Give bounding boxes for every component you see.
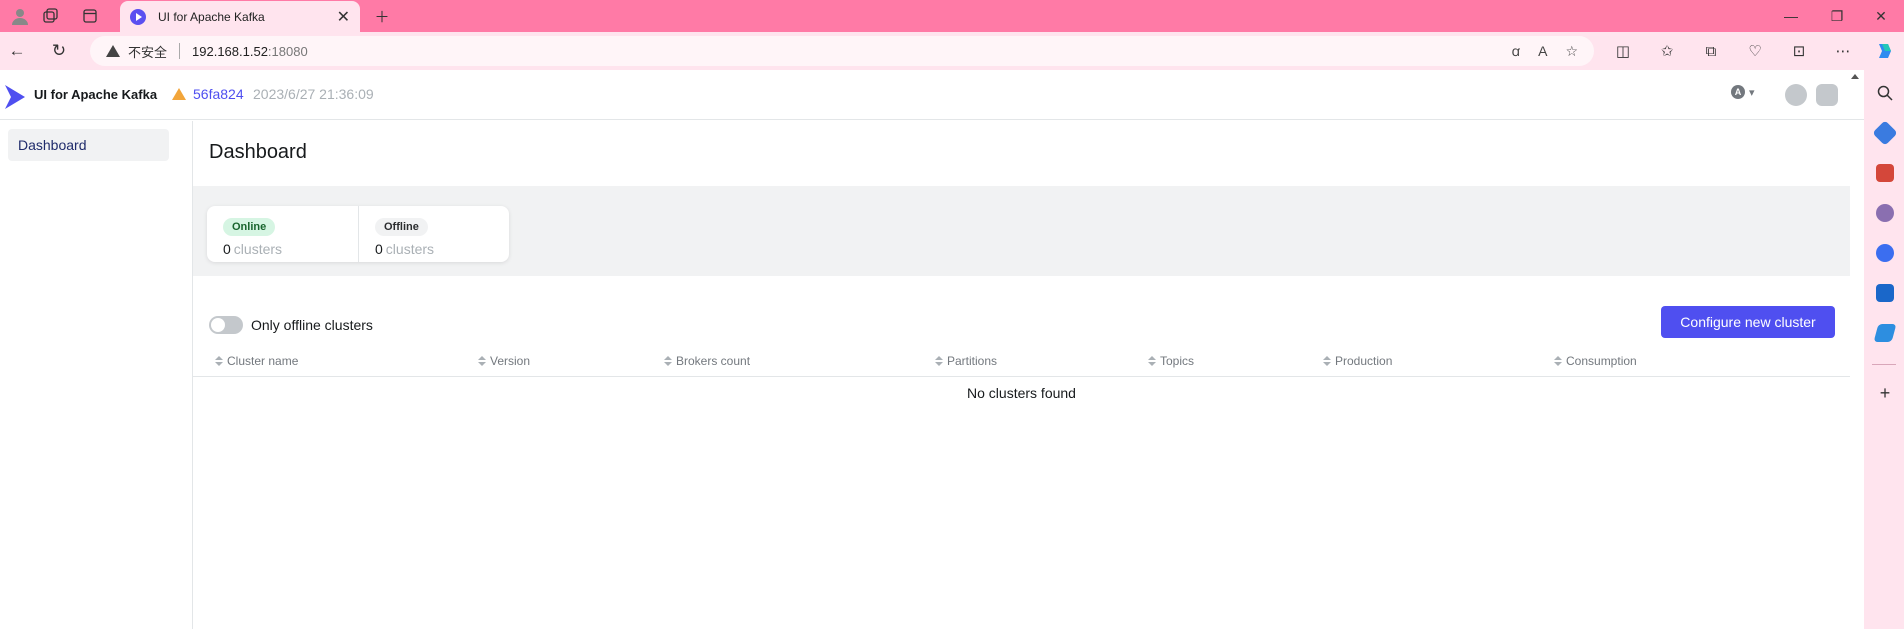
stat-offline-unit: clusters	[385, 241, 435, 257]
new-tab-icon[interactable]: ＋	[362, 0, 402, 32]
browser-tabbar: UI for Apache Kafka ✕ ＋ — ❐ ✕	[0, 0, 1904, 32]
split-screen-icon[interactable]: ◫	[1608, 36, 1638, 66]
tab-title: UI for Apache Kafka	[158, 9, 265, 24]
stat-online-value-row: 0 clusters	[223, 241, 358, 257]
app-header: UI for Apache Kafka 56fa824 2023/6/27 21…	[0, 70, 1864, 120]
address-bar-actions: ꭤ A ☆	[1511, 36, 1578, 66]
offline-only-label: Only offline clusters	[251, 317, 373, 333]
discord-icon[interactable]	[1816, 84, 1838, 106]
offline-only-toggle[interactable]	[209, 316, 243, 334]
sort-icon	[664, 355, 672, 367]
scroll-up-arrow-icon[interactable]	[1851, 74, 1859, 79]
column-label: Production	[1335, 354, 1393, 368]
column-label: Topics	[1160, 354, 1195, 368]
url-host: 192.168.1.52	[192, 43, 268, 59]
favorite-star-icon[interactable]: ☆	[1565, 43, 1578, 60]
read-aloud-icon[interactable]: A	[1538, 43, 1547, 59]
status-badge-online: Online	[223, 218, 276, 236]
sidebar-item-dashboard[interactable]: Dashboard	[8, 129, 169, 161]
configure-new-cluster-button[interactable]: Configure new cluster	[1661, 306, 1835, 338]
sort-icon	[478, 355, 486, 367]
close-window-icon[interactable]: ✕	[1858, 0, 1904, 32]
search-icon[interactable]	[1876, 84, 1894, 102]
column-header-topics[interactable]: Topics	[1148, 354, 1194, 368]
send-icon[interactable]	[1873, 324, 1897, 342]
user-avatar: A	[1731, 85, 1745, 99]
copilot-icon[interactable]	[1870, 36, 1900, 66]
column-label: Brokers count	[676, 354, 751, 368]
stat-offline-count: 0	[375, 241, 383, 257]
kafka-logo-icon[interactable]	[4, 84, 26, 110]
column-header-production[interactable]: Production	[1323, 354, 1392, 368]
toggle-knob	[211, 318, 225, 332]
column-label: Version	[490, 354, 531, 368]
url-port: :18080	[267, 43, 308, 59]
status-badge-offline: Offline	[375, 218, 428, 236]
shopping-tag-icon[interactable]	[1872, 120, 1898, 146]
github-icon[interactable]	[1785, 84, 1807, 106]
browser-navbar: ← ↻ 不安全 192.168.1.52:18080 ꭤ A ☆ ◫ ✩ ⧉ ♡…	[0, 32, 1904, 70]
browser-tab[interactable]: UI for Apache Kafka ✕	[120, 1, 360, 32]
column-header-brokers-count[interactable]: Brokers count	[664, 354, 750, 368]
sort-icon	[1323, 355, 1331, 367]
sort-icon	[1148, 355, 1156, 367]
cluster-stats-card: Online 0 clusters Offline 0 clusters	[207, 206, 509, 262]
sidebar-separator	[1872, 364, 1896, 365]
clusters-table-header: Cluster name Version Brokers count Parti…	[193, 345, 1850, 377]
stat-offline-value-row: 0 clusters	[375, 241, 509, 257]
restore-icon[interactable]: ❐	[1814, 0, 1860, 32]
browser-essentials-icon[interactable]: ♡	[1740, 36, 1770, 66]
column-label: Cluster name	[227, 354, 299, 368]
workspaces-icon[interactable]	[30, 0, 70, 32]
add-sidebar-icon[interactable]: +	[1876, 384, 1894, 402]
column-label: Consumption	[1566, 354, 1637, 368]
version-warning-icon	[172, 88, 186, 100]
sort-icon	[1554, 355, 1562, 367]
main-content: Dashboard Online 0 clusters Offline 0 clus…	[193, 121, 1850, 629]
column-header-consumption[interactable]: Consumption	[1554, 354, 1637, 368]
version-commit-link[interactable]: 56fa824	[193, 86, 244, 102]
column-header-cluster-name[interactable]: Cluster name	[215, 354, 298, 368]
favorites-icon[interactable]: ✩	[1652, 36, 1682, 66]
column-header-version[interactable]: Version	[478, 354, 530, 368]
app-sidebar: Dashboard	[0, 121, 193, 629]
web-page: UI for Apache Kafka 56fa824 2023/6/27 21…	[0, 70, 1864, 629]
column-label: Partitions	[947, 354, 998, 368]
version-date: 2023/6/27 21:36:09	[253, 86, 374, 102]
page-title: Dashboard	[209, 141, 307, 163]
address-bar[interactable]: 不安全 192.168.1.52:18080 ꭤ A ☆	[90, 36, 1594, 66]
outlook-icon[interactable]	[1876, 284, 1894, 302]
empty-table-message: No clusters found	[967, 385, 1076, 401]
microsoft-365-icon[interactable]	[1876, 244, 1894, 262]
translate-icon[interactable]: ꭤ	[1511, 42, 1520, 61]
edge-sidebar: +	[1864, 70, 1904, 629]
address-separator	[179, 43, 181, 59]
cluster-stats-band: Online 0 clusters Offline 0 clusters	[193, 186, 1850, 276]
not-secure-label: 不安全	[128, 44, 168, 60]
minimize-icon[interactable]: —	[1768, 0, 1814, 32]
sort-icon	[935, 355, 943, 367]
refresh-icon[interactable]: ↻	[44, 36, 74, 66]
stat-online: Online 0 clusters	[207, 206, 358, 262]
screenshot-icon[interactable]: ⊡	[1784, 36, 1814, 66]
chevron-down-icon: ▾	[1749, 86, 1755, 99]
not-secure-icon	[106, 45, 120, 57]
stat-online-unit: clusters	[233, 241, 283, 257]
tools-icon[interactable]	[1876, 164, 1894, 182]
stat-offline: Offline 0 clusters	[358, 206, 509, 262]
collections-icon[interactable]: ⧉	[1696, 36, 1726, 66]
brand-title[interactable]: UI for Apache Kafka	[34, 87, 157, 102]
stat-online-count: 0	[223, 241, 231, 257]
more-options-icon[interactable]: ⋯	[1828, 36, 1858, 66]
back-icon[interactable]: ←	[2, 36, 32, 66]
user-menu[interactable]: A ▾	[1731, 85, 1755, 99]
games-icon[interactable]	[1876, 204, 1894, 222]
kafka-favicon-icon	[130, 8, 146, 25]
column-header-partitions[interactable]: Partitions	[935, 354, 997, 368]
tab-actions-icon[interactable]	[70, 0, 110, 32]
sort-icon	[215, 355, 223, 367]
close-tab-icon[interactable]: ✕	[337, 7, 350, 27]
